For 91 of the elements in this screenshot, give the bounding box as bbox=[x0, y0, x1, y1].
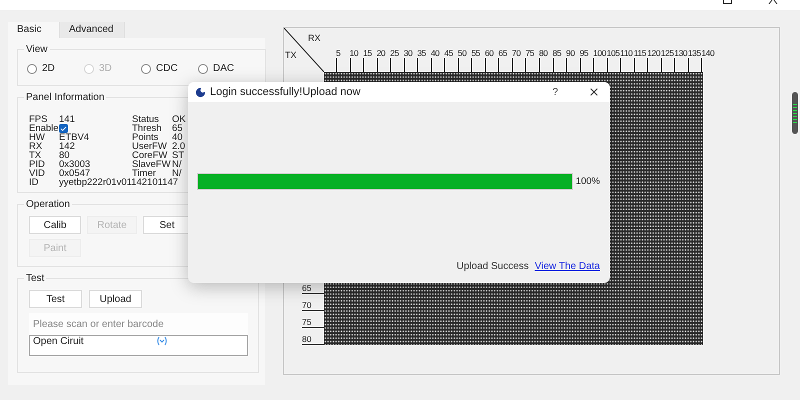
result-text: Open Ciruit bbox=[33, 336, 84, 347]
radio-button[interactable] bbox=[141, 64, 151, 74]
column-label: 80 bbox=[538, 48, 549, 58]
info-value: yyetbp222r01v01142101147 bbox=[59, 178, 180, 187]
radio-label: CDC bbox=[156, 63, 178, 74]
column-label: 140 bbox=[701, 48, 715, 58]
barcode-field[interactable]: Please scan or enter barcode bbox=[29, 313, 248, 335]
info-label: Timer bbox=[132, 169, 156, 178]
column-label: 65 bbox=[498, 48, 508, 58]
column-label: 120 bbox=[647, 48, 660, 58]
info-value: 142 bbox=[59, 142, 76, 151]
column-label: 75 bbox=[525, 48, 536, 58]
maximize-icon[interactable] bbox=[723, 0, 732, 4]
info-value: 2.0 bbox=[172, 142, 186, 151]
info-label: HW bbox=[29, 133, 46, 142]
group-title: Operation bbox=[25, 199, 71, 210]
help-button[interactable]: ? bbox=[552, 86, 558, 98]
info-label: PID bbox=[29, 160, 46, 169]
info-value: 80 bbox=[59, 151, 70, 160]
diagonal-line bbox=[284, 28, 324, 72]
info-label: UserFW bbox=[132, 142, 167, 151]
operation-button[interactable]: Set bbox=[143, 216, 191, 234]
info-label: Thresh bbox=[132, 124, 163, 133]
column-label: 70 bbox=[512, 48, 522, 58]
column-label: 135 bbox=[688, 48, 701, 58]
info-label: RX bbox=[29, 142, 44, 151]
chevron-icon[interactable] bbox=[156, 336, 168, 346]
view-data-link[interactable]: View The Data bbox=[534, 261, 600, 272]
close-icon[interactable] bbox=[588, 86, 600, 98]
column-label: 105 bbox=[606, 48, 620, 58]
moon-icon bbox=[195, 86, 206, 98]
info-value: 0x3003 bbox=[59, 160, 92, 169]
radio-button[interactable] bbox=[27, 64, 37, 74]
column-label: 130 bbox=[674, 48, 688, 58]
axis-label: TX bbox=[285, 50, 297, 60]
column-label: 40 bbox=[430, 48, 440, 58]
group-title: View bbox=[25, 44, 48, 55]
info-label: Enable bbox=[29, 124, 59, 133]
column-label: 20 bbox=[376, 48, 386, 58]
info-value: OK bbox=[172, 115, 187, 124]
status-text: Upload Success bbox=[456, 261, 529, 272]
info-value: 141 bbox=[59, 115, 76, 124]
column-label: 115 bbox=[634, 48, 648, 58]
column-label: 55 bbox=[471, 48, 481, 58]
info-label: TX bbox=[29, 151, 42, 160]
column-label: 100 bbox=[593, 48, 606, 58]
info-label: CoreFW bbox=[132, 151, 168, 160]
column-label: 125 bbox=[660, 48, 674, 58]
info-label: Points bbox=[132, 133, 158, 142]
column-label: 50 bbox=[458, 48, 468, 58]
info-value: N/ bbox=[172, 169, 182, 178]
column-label: 5 bbox=[336, 48, 342, 58]
column-label: 30 bbox=[404, 48, 414, 58]
group-title: Test bbox=[25, 273, 46, 284]
info-label: ID bbox=[29, 178, 40, 187]
info-value: ETBV4 bbox=[59, 133, 90, 142]
radio-button[interactable] bbox=[198, 64, 208, 74]
info-label: Status bbox=[132, 115, 159, 124]
info-value: N/ bbox=[172, 160, 182, 169]
column-label: 45 bbox=[444, 48, 454, 58]
tab[interactable]: Basic bbox=[8, 22, 60, 38]
column-label: 90 bbox=[566, 48, 576, 58]
info-value: 65 bbox=[172, 124, 184, 133]
column-label: 35 bbox=[417, 48, 427, 58]
dialog-title: Login successfully!Upload now bbox=[210, 86, 362, 98]
info-value: 0x0547 bbox=[59, 169, 90, 178]
close-icon[interactable] bbox=[768, 0, 778, 4]
column-label: 110 bbox=[620, 48, 634, 58]
checkbox[interactable] bbox=[59, 124, 68, 133]
column-label: 25 bbox=[390, 48, 400, 58]
group-title: Panel Information bbox=[25, 92, 106, 103]
column-label: 15 bbox=[363, 48, 373, 58]
tab[interactable]: Advanced bbox=[60, 22, 125, 38]
info-value: ST bbox=[172, 151, 186, 160]
axis-label: RX bbox=[308, 33, 321, 43]
info-label: FPS bbox=[29, 115, 48, 124]
info-label: VID bbox=[29, 169, 46, 178]
column-label: 95 bbox=[580, 48, 590, 58]
radio-label: 3D bbox=[99, 63, 112, 74]
radio-label: DAC bbox=[213, 63, 234, 74]
operation-button[interactable]: Calib bbox=[29, 216, 81, 234]
scrollbar[interactable] bbox=[792, 92, 798, 134]
test-button[interactable]: Test bbox=[29, 290, 82, 308]
test-button[interactable]: Upload bbox=[89, 290, 142, 308]
column-label: 60 bbox=[484, 48, 494, 58]
info-label: SlaveFW bbox=[132, 160, 172, 169]
column-label: 10 bbox=[350, 48, 360, 58]
info-value: 40 bbox=[172, 133, 183, 142]
radio-label: 2D bbox=[42, 63, 55, 74]
column-label: 85 bbox=[552, 48, 562, 58]
progress-reading: 100% bbox=[576, 176, 600, 187]
